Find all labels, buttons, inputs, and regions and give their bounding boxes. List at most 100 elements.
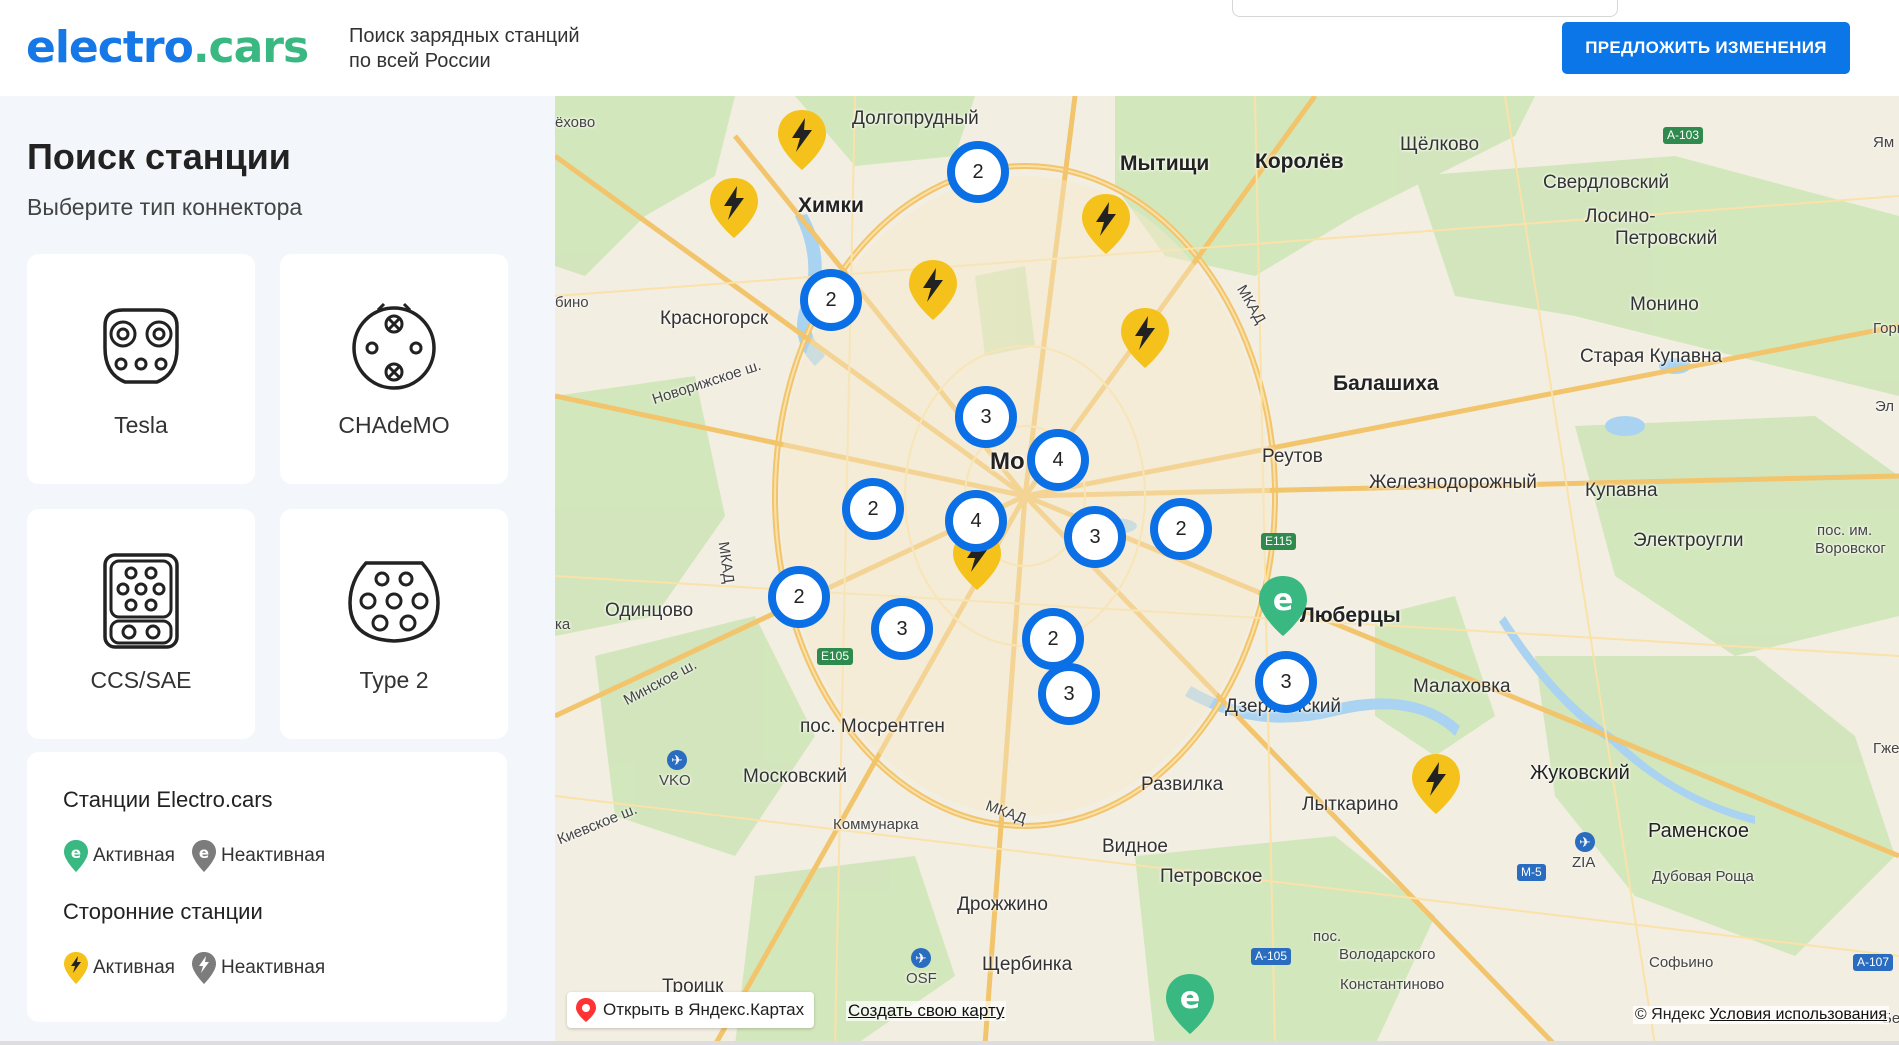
place-label: Дубовая Роща [1652, 868, 1754, 885]
place-label: Мо [990, 448, 1025, 475]
tesla-connector-icon [103, 308, 179, 384]
place-label: Щербинка [982, 954, 1073, 975]
place-label: Константиново [1340, 976, 1445, 993]
own-inactive-pin-icon: e [191, 840, 216, 872]
station-cluster[interactable]: 2 [842, 478, 904, 540]
place-label: ёхово [555, 114, 596, 131]
legend-third-title: Сторонние станции [63, 899, 263, 924]
place-label: Воровског [1815, 540, 1886, 557]
place-label: Одинцово [605, 600, 694, 621]
place-label: Горь [1873, 320, 1899, 337]
page-bottom-scrollbar[interactable] [0, 1041, 1899, 1045]
place-label: Реутов [1262, 446, 1323, 467]
third-party-station-marker[interactable] [1080, 192, 1132, 256]
third-party-station-marker[interactable] [907, 258, 959, 322]
road-badge: E115 [1261, 533, 1297, 550]
place-label: Коммунарка [833, 816, 919, 833]
open-in-yandex-button[interactable]: Открыть в Яндекс.Картах [567, 992, 815, 1028]
station-cluster[interactable]: 3 [871, 598, 933, 660]
legend-own-title: Станции Electro.cars [63, 787, 273, 812]
place-label: Монино [1630, 294, 1699, 315]
station-cluster[interactable]: 3 [1038, 663, 1100, 725]
place-label: Раменское [1648, 820, 1749, 842]
connector-card-chademo[interactable]: CHAdeMO [280, 254, 508, 484]
third-party-station-marker[interactable] [708, 176, 760, 240]
place-label: Долгопрудный [852, 108, 979, 129]
station-cluster[interactable]: 4 [1027, 429, 1089, 491]
connector-label-ccs: CCS/SAE [90, 667, 192, 693]
electrocars-station-marker[interactable]: e [1257, 574, 1309, 638]
svg-text:e: e [1180, 981, 1200, 1016]
connector-card-type2[interactable]: Type 2 [280, 509, 508, 739]
third-active-pin-icon [64, 952, 88, 984]
connector-card-ccs[interactable]: CCS/SAE [27, 509, 255, 739]
place-label: Красногорск [660, 308, 769, 329]
map[interactable]: ёхово Долгопрудный Мытищи Королёв Щёлков… [555, 96, 1899, 1045]
svg-text:e: e [1273, 583, 1293, 618]
place-label: Развилка [1141, 774, 1224, 795]
third-party-station-marker[interactable] [1410, 752, 1462, 816]
electrocars-station-marker[interactable]: e [1164, 972, 1216, 1036]
place-label: Электроугли [1633, 530, 1744, 551]
station-cluster[interactable]: 2 [947, 141, 1009, 203]
place-label: Купавна [1585, 480, 1658, 501]
place-label: Старая Купавна [1580, 346, 1723, 367]
station-cluster[interactable]: 2 [768, 566, 830, 628]
station-cluster[interactable]: 2 [1022, 608, 1084, 670]
station-cluster[interactable]: 3 [1255, 651, 1317, 713]
road-badge: E105 [817, 648, 854, 665]
place-label: Балашиха [1333, 372, 1439, 395]
copyright-text: © Яндекс [1634, 1006, 1705, 1023]
suggest-changes-button[interactable]: ПРЕДЛОЖИТЬ ИЗМЕНЕНИЯ [1562, 22, 1850, 74]
road-badge: А-107 [1853, 954, 1894, 971]
legend-own-active: Активная [93, 845, 175, 866]
ccs-connector-icon [103, 553, 179, 649]
place-label: Жуковский [1530, 762, 1630, 784]
place-label: Софьино [1649, 954, 1714, 971]
legend-third-row: Активная Неактивная [63, 951, 325, 985]
create-map-link[interactable]: Создать свою карту [846, 1001, 1007, 1021]
third-party-station-marker[interactable] [776, 108, 828, 172]
place-label: Свердловский [1543, 172, 1670, 193]
legend-third-inactive: Неактивная [220, 957, 326, 978]
place-label: Володарского [1339, 946, 1436, 963]
logo-text-electro: electro [26, 22, 194, 73]
station-cluster[interactable]: 2 [800, 269, 862, 331]
connector-label-type2: Type 2 [359, 667, 429, 693]
airport-icon: ✈ [911, 948, 931, 968]
place-label: Лосино- [1585, 206, 1656, 227]
station-cluster[interactable]: 4 [945, 490, 1007, 552]
place-label: Лыткарино [1302, 794, 1399, 815]
place-label: ка [555, 616, 571, 633]
header: electro.cars Поиск зарядных станций по в… [0, 0, 1899, 96]
road-badge: М-5 [1517, 864, 1546, 881]
place-label: Королёв [1255, 150, 1344, 173]
place-label: ZIA [1572, 854, 1596, 871]
legend-own-inactive: Неактивная [220, 845, 326, 866]
legend-third-active: Активная [93, 957, 175, 978]
place-label: пос. Мосрентген [800, 716, 945, 737]
station-cluster[interactable]: 3 [1064, 506, 1126, 568]
logo[interactable]: electro.cars [26, 22, 309, 74]
tagline-line-1: Поиск зарядных станций [349, 25, 580, 47]
place-label: Химки [798, 194, 864, 217]
place-label: Видное [1102, 836, 1168, 857]
search-dropdown[interactable] [1232, 0, 1618, 17]
connector-label-chademo: CHAdeMO [338, 412, 450, 438]
own-active-pin-icon: e [64, 840, 88, 872]
chademo-connector-icon [352, 302, 436, 390]
place-label: Малаховка [1413, 676, 1511, 697]
connector-card-tesla[interactable]: Tesla [27, 254, 255, 484]
legend: Станции Electro.cars e Активная e Неакти… [27, 752, 507, 1022]
place-label: Люберцы [1300, 604, 1401, 627]
road-badge: А-103 [1663, 127, 1704, 144]
station-cluster[interactable]: 2 [1150, 498, 1212, 560]
third-party-station-marker[interactable] [1119, 306, 1171, 370]
station-cluster[interactable]: 3 [955, 386, 1017, 448]
place-label: пос. [1313, 928, 1342, 945]
tagline-line-2: по всей России [349, 50, 491, 72]
place-label: Щёлково [1400, 134, 1480, 155]
terms-link[interactable]: Условия использования [1709, 1006, 1887, 1023]
sidebar-title: Поиск станции [27, 136, 291, 177]
sidebar-subtitle: Выберите тип коннектора [27, 194, 303, 220]
